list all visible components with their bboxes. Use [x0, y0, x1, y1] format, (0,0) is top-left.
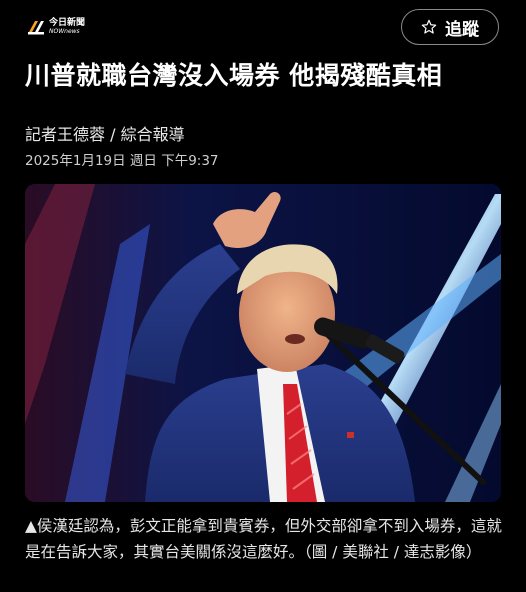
follow-label: 追蹤: [445, 19, 479, 40]
logo-chinese-name: 今日新聞: [49, 18, 86, 28]
logo-english-name: NOWnews: [49, 28, 80, 35]
logo-wordmark: 今日新聞 NOWnews: [49, 19, 85, 35]
article-date: 2025年1月19日 週日 下午9:37: [25, 153, 219, 169]
top-bar: 今日新聞 NOWnews 追蹤: [0, 0, 526, 56]
article-photo[interactable]: [25, 184, 501, 502]
nownews-logo[interactable]: 今日新聞 NOWnews: [27, 18, 85, 36]
nownews-logo-icon: [27, 18, 45, 36]
follow-button[interactable]: 追蹤: [401, 9, 499, 45]
article-title: 川普就職台灣沒入場券 他揭殘酷真相: [25, 61, 443, 90]
star-icon: [421, 19, 437, 35]
article-byline: 記者王德蓉 / 綜合報導: [25, 125, 185, 144]
photo-caption: ▲侯漢廷認為，彭文正能拿到貴賓券，但外交部卻拿不到入場券，這就是在告訴大家，其實…: [25, 517, 502, 561]
